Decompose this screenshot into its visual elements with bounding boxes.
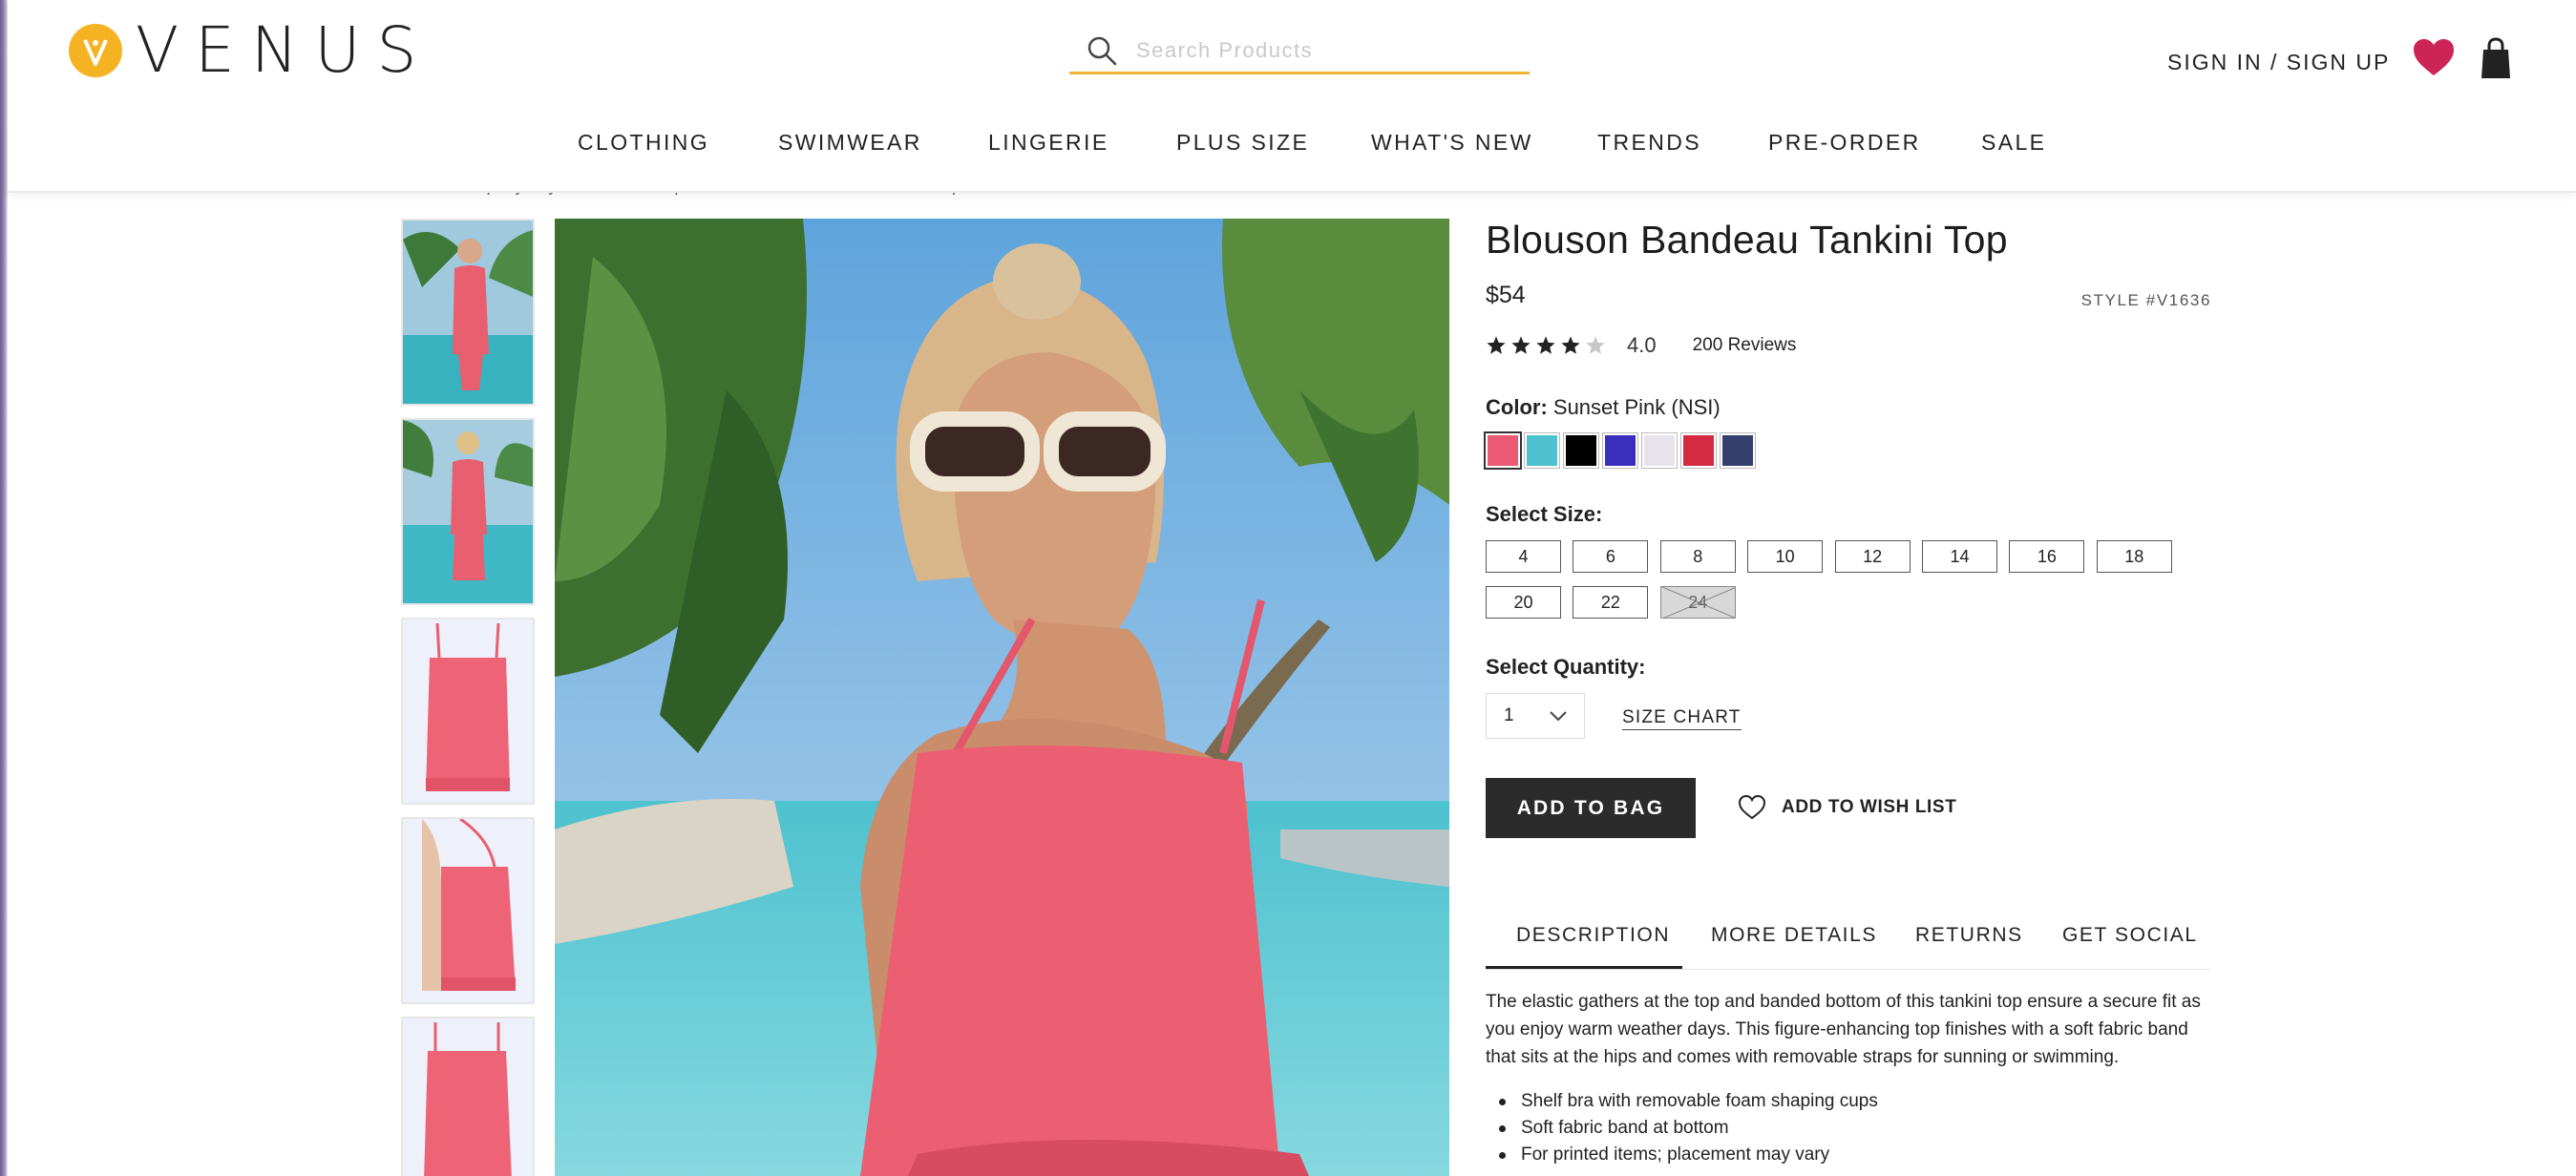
tab-description[interactable]: DESCRIPTION [1516, 924, 1670, 947]
product-main-image[interactable] [555, 219, 1449, 1176]
product-tabs: DESCRIPTION MORE DETAILS RETURNS GET SOC… [1486, 916, 2211, 970]
color-label: Color: Sunset Pink (NSI) [1486, 395, 1721, 420]
search-input[interactable] [1136, 37, 1499, 63]
selected-color-name: Sunset Pink (NSI) [1552, 395, 1721, 419]
star-empty-icon [1586, 336, 1605, 354]
feature-item: Shelf bra with removable foam shaping cu… [1486, 1088, 1878, 1115]
feature-item: For printed items; placement may vary [1486, 1142, 1878, 1168]
tab-more-details[interactable]: MORE DETAILS [1711, 924, 1877, 947]
tab-returns[interactable]: RETURNS [1915, 924, 2023, 947]
feature-item: Soft fabric band at bottom [1486, 1115, 1878, 1142]
bullet-icon [1499, 1124, 1506, 1132]
size-option[interactable]: 8 [1659, 540, 1736, 573]
size-option-label: 22 [1600, 592, 1620, 612]
add-to-wish-list-button[interactable]: ADD TO WISH LIST [1738, 794, 1956, 821]
tab-get-social[interactable]: GET SOCIAL [2062, 924, 2198, 947]
size-option-unavailable: 24 [1659, 586, 1736, 619]
size-chart-link[interactable]: SIZE CHART [1622, 707, 1742, 730]
size-option[interactable]: 10 [1747, 540, 1824, 573]
feature-list: Shelf bra with removable foam shaping cu… [1486, 1088, 1878, 1168]
color-swatch[interactable] [1484, 431, 1522, 470]
size-option[interactable]: 6 [1573, 540, 1649, 573]
feature-text: For printed items; placement may vary [1521, 1144, 1830, 1165]
nav-item-swimwear[interactable]: SWIMWEAR [778, 130, 922, 156]
size-option-label: 12 [1863, 546, 1883, 566]
wish-list-label: ADD TO WISH LIST [1782, 797, 1957, 817]
size-option[interactable]: 18 [2096, 540, 2172, 573]
product-thumbnail-4[interactable] [401, 817, 535, 1004]
product-title: Blouson Bandeau Tankini Top [1486, 218, 2008, 262]
size-option-label: 24 [1688, 592, 1708, 612]
window-edge [0, 0, 8, 1176]
nav-item-whats-new[interactable]: WHAT'S NEW [1371, 130, 1533, 156]
color-swatch[interactable] [1563, 432, 1599, 469]
reviews-link[interactable]: 200 Reviews [1693, 335, 1797, 356]
main-nav: CLOTHING SWIMWEAR LINGERIE PLUS SIZE WHA… [8, 130, 2576, 172]
venus-logo[interactable]: VENUS [69, 13, 433, 87]
chevron-down-icon [1548, 705, 1569, 732]
size-option-label: 18 [2124, 546, 2144, 566]
color-swatch[interactable] [1602, 432, 1638, 469]
quantity-label: Select Quantity: [1486, 655, 1646, 679]
product-thumbnail-2[interactable] [401, 418, 535, 605]
star-filled-icon [1561, 336, 1580, 354]
size-option[interactable]: 22 [1573, 586, 1649, 619]
nav-item-pre-order[interactable]: PRE-ORDER [1768, 130, 1921, 156]
quantity-select[interactable]: 1 [1486, 693, 1585, 739]
logo-v-icon [69, 24, 122, 77]
star-filled-icon [1487, 336, 1506, 354]
logo-wordmark: VENUS [136, 13, 433, 87]
star-filled-icon [1536, 336, 1555, 354]
bullet-icon [1499, 1151, 1506, 1159]
color-label-title: Color: [1486, 395, 1548, 419]
product-rating[interactable]: 4.0 200 Reviews [1486, 332, 1796, 359]
size-option-label: 8 [1693, 546, 1703, 566]
size-option[interactable]: 20 [1486, 586, 1561, 619]
color-swatch[interactable] [1720, 432, 1756, 469]
size-option[interactable]: 16 [2009, 540, 2085, 573]
style-number: STYLE #V1636 [2080, 291, 2211, 309]
product-description: The elastic gathers at the top and bande… [1486, 992, 2201, 1067]
nav-item-plus-size[interactable]: PLUS SIZE [1176, 130, 1309, 156]
color-swatch[interactable] [1641, 432, 1678, 469]
size-option[interactable]: 4 [1486, 540, 1561, 573]
product-thumbnail-5[interactable] [401, 1017, 535, 1176]
heart-outline-icon [1738, 794, 1766, 820]
search-icon[interactable] [1081, 30, 1123, 72]
size-option-label: 16 [2037, 546, 2057, 566]
size-option-label: 4 [1518, 546, 1529, 566]
search-bar[interactable] [1069, 29, 1530, 74]
nav-item-lingerie[interactable]: LINGERIE [988, 130, 1109, 156]
site-header: VENUS SIGN IN / SIGN UP CLOTHING SWIMWEA… [8, 0, 2576, 193]
rating-value: 4.0 [1627, 333, 1657, 357]
nav-item-clothing[interactable]: CLOTHING [578, 130, 709, 156]
product-thumbnail-1[interactable] [401, 219, 535, 406]
add-to-bag-button[interactable]: ADD TO BAG [1486, 778, 1696, 838]
feature-text: Shelf bra with removable foam shaping cu… [1521, 1091, 1878, 1111]
size-option-label: 20 [1513, 592, 1533, 612]
star-filled-icon [1511, 336, 1531, 354]
nav-item-trends[interactable]: TRENDS [1597, 130, 1701, 156]
size-option[interactable]: 12 [1834, 540, 1911, 573]
active-tab-indicator [1486, 966, 1682, 969]
size-option-label: 6 [1605, 546, 1615, 566]
size-option-label: 14 [1950, 546, 1970, 566]
sign-in-link[interactable]: SIGN IN / SIGN UP [2167, 50, 2390, 75]
rating-stars [1486, 335, 1610, 356]
quantity-value: 1 [1504, 705, 1514, 725]
product-price: $54 [1486, 282, 1526, 308]
heart-icon[interactable] [2412, 36, 2456, 80]
size-option[interactable]: 14 [1922, 540, 1997, 573]
color-swatch[interactable] [1524, 432, 1560, 469]
bullet-icon [1499, 1098, 1506, 1105]
size-option-label: 10 [1775, 546, 1795, 566]
size-label: Select Size: [1486, 502, 1603, 526]
color-swatch[interactable] [1680, 432, 1717, 469]
feature-text: Soft fabric band at bottom [1521, 1118, 1729, 1138]
color-swatches [1484, 431, 1760, 470]
shopping-bag-icon[interactable] [2479, 36, 2513, 80]
nav-item-sale[interactable]: SALE [1981, 130, 2046, 156]
product-thumbnail-3[interactable] [401, 618, 535, 805]
